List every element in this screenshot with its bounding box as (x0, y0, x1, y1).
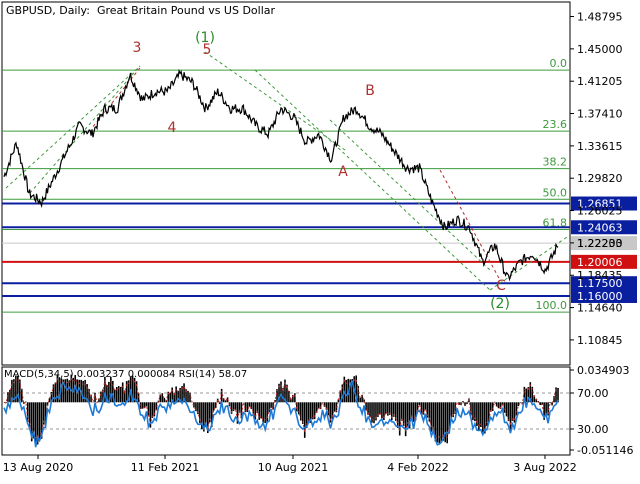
indicator-axis-label: -0.051146 (577, 444, 633, 457)
x-axis-label: 4 Feb 2022 (387, 461, 448, 474)
x-axis-label: 3 Aug 2022 (513, 461, 576, 474)
symbol-description: Great Britain Pound vs US Dollar (96, 4, 276, 17)
wave-label: 4 (168, 120, 177, 136)
fib-level-label: 0.0 (550, 57, 568, 70)
macd-signal-value: 0.000084 (127, 369, 176, 380)
fib-level-label: 23.6 (543, 118, 568, 131)
wave-label: B (365, 83, 375, 99)
wave-label: A (338, 164, 348, 180)
fib-level-label: 50.0 (543, 186, 568, 199)
price-axis-label: 1.48795 (577, 11, 623, 24)
wave-label: 3 (133, 40, 142, 56)
price-axis-label: 1.33615 (577, 140, 623, 153)
chart-svg: 0.023.638.250.061.8100.0 1.268511.240631… (0, 0, 640, 480)
indicator-axis-label: 30.00 (577, 423, 609, 436)
rsi-value: 58.07 (218, 369, 248, 380)
price-axis-label: 1.10845 (577, 334, 623, 347)
price-axis-label: 1.37410 (577, 108, 623, 121)
price-axis-label: 1.18435 (577, 269, 623, 282)
price-axis-label: 1.29820 (577, 172, 623, 185)
level-label: 1.24063 (577, 221, 623, 234)
macd-label: MACD(5,34,5) (4, 369, 74, 380)
chart-header: GBPUSD, Daily: Great Britain Pound vs US… (6, 4, 276, 17)
symbol: GBPUSD (6, 4, 53, 17)
rsi-label: RSI(14) (178, 369, 216, 380)
wave-label: (2) (490, 296, 510, 312)
price-axis-label: 1.45000 (577, 43, 623, 56)
price-axis-label: 1.41205 (577, 75, 623, 88)
price-axis-label: 1.14640 (577, 302, 623, 315)
wave-label: 5 (203, 42, 212, 58)
level-label: 1.20006 (577, 256, 623, 269)
chart-root: 0.0 23.6 38.2 50.0 61.8 100.0 1.26851 1.24063 1… (0, 0, 640, 480)
x-axis-label: 13 Aug 2020 (3, 461, 73, 474)
timeframe: Daily (59, 4, 87, 17)
price-axis-label: 1.22230 (577, 237, 623, 250)
wave-label: C (496, 278, 506, 294)
macd-main-value: 0.003237 (76, 369, 125, 380)
indicator-axis-label: 0.034903 (577, 364, 630, 377)
x-axis-label: 11 Feb 2021 (131, 461, 199, 474)
indicator-header: MACD(5,34,5) 0.003237 0.000084 RSI(14) 5… (4, 369, 247, 380)
fib-level-label: 100.0 (536, 299, 568, 312)
indicator-axis-label: 70.00 (577, 387, 609, 400)
x-axis-label: 10 Aug 2021 (258, 461, 328, 474)
fib-level-label: 38.2 (543, 156, 568, 169)
price-axis-label: 1.26025 (577, 205, 623, 218)
